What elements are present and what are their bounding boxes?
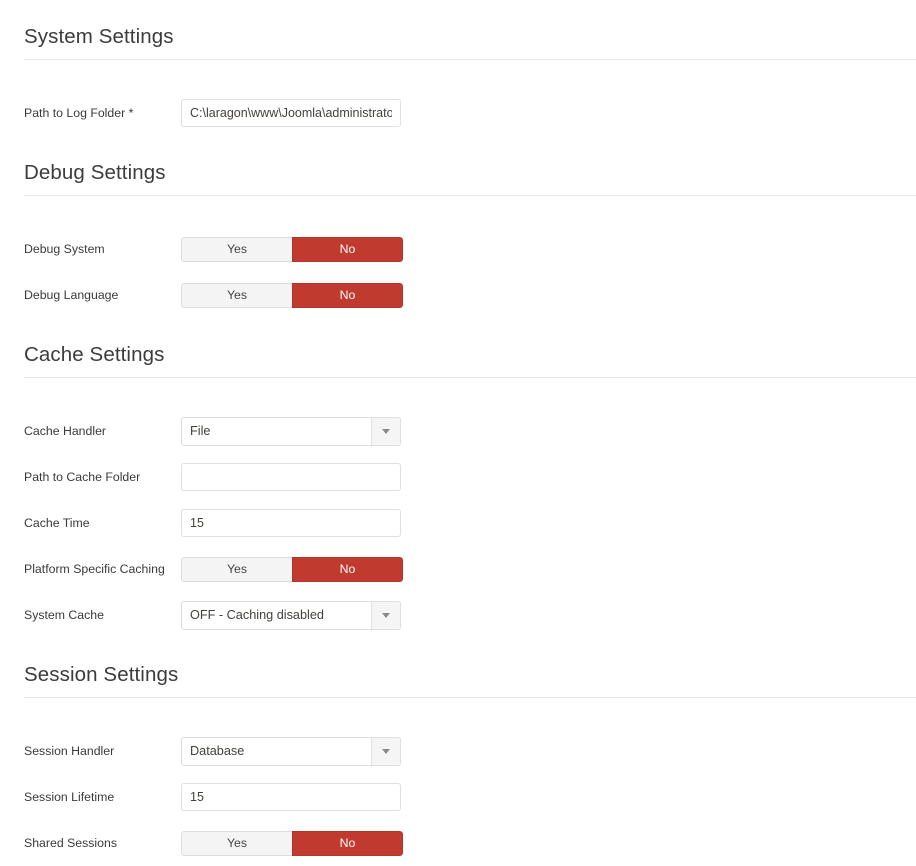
label-cache-handler: Cache Handler [0,423,181,439]
toggle-debug-language-yes[interactable]: Yes [181,283,292,308]
select-cache-handler-value: File [182,418,371,445]
label-path-to-cache-folder: Path to Cache Folder [0,469,181,485]
toggle-debug-language-no[interactable]: No [292,283,403,308]
label-system-cache: System Cache [0,607,181,623]
toggle-shared-sessions[interactable]: Yes No [181,831,403,856]
select-system-cache[interactable]: OFF - Caching disabled [181,601,401,630]
chevron-down-icon [382,613,390,618]
input-cache-time[interactable] [181,509,401,537]
label-platform-specific-caching: Platform Specific Caching [0,561,181,577]
field-path-to-log-folder [181,99,401,127]
label-debug-system: Debug System [0,241,181,257]
form-row-shared-sessions: Shared Sessions Yes No [0,820,916,866]
field-shared-sessions: Yes No [181,831,403,856]
form-row-system-cache: System Cache OFF - Caching disabled [0,592,916,638]
field-session-handler: Database [181,737,401,766]
form-row-cache-handler: Cache Handler File [0,408,916,454]
field-platform-specific-caching: Yes No [181,557,403,582]
form-row-debug-system: Debug System Yes No [0,226,916,272]
field-debug-language: Yes No [181,283,403,308]
input-session-lifetime[interactable] [181,783,401,811]
toggle-shared-sessions-yes[interactable]: Yes [181,831,292,856]
label-session-handler: Session Handler [0,743,181,759]
toggle-platform-specific-caching-no[interactable]: No [292,557,403,582]
label-shared-sessions: Shared Sessions [0,835,181,851]
field-cache-handler: File [181,417,401,446]
label-path-to-log-folder: Path to Log Folder * [0,105,181,121]
section-heading-cache: Cache Settings [24,340,916,370]
select-session-handler-arrow-button[interactable] [371,738,400,765]
top-spacer [0,0,916,22]
select-session-handler-value: Database [182,738,371,765]
form-row-session-lifetime: Session Lifetime [0,774,916,820]
chevron-down-icon [382,749,390,754]
toggle-shared-sessions-no[interactable]: No [292,831,403,856]
field-system-cache: OFF - Caching disabled [181,601,401,630]
toggle-debug-system-no[interactable]: No [292,237,403,262]
field-path-to-cache-folder [181,463,401,491]
select-system-cache-arrow-button[interactable] [371,602,400,629]
toggle-debug-system[interactable]: Yes No [181,237,403,262]
field-cache-time [181,509,401,537]
select-cache-handler[interactable]: File [181,417,401,446]
label-session-lifetime: Session Lifetime [0,789,181,805]
section-debug-settings: Debug Settings Debug System Yes No Debug… [0,158,916,318]
select-session-handler[interactable]: Database [181,737,401,766]
section-cache-settings: Cache Settings Cache Handler File Path t… [0,340,916,638]
field-session-lifetime [181,783,401,811]
global-configuration-form: System Settings Path to Log Folder * Deb… [0,0,916,819]
form-row-path-to-log-folder: Path to Log Folder * [0,90,916,136]
select-cache-handler-arrow-button[interactable] [371,418,400,445]
input-path-to-cache-folder[interactable] [181,463,401,491]
chevron-down-icon [382,429,390,434]
form-row-session-handler: Session Handler Database [0,728,916,774]
toggle-platform-specific-caching-yes[interactable]: Yes [181,557,292,582]
toggle-debug-system-yes[interactable]: Yes [181,237,292,262]
section-heading-session: Session Settings [24,660,916,690]
toggle-debug-language[interactable]: Yes No [181,283,403,308]
section-system-settings: System Settings Path to Log Folder * [0,22,916,136]
label-debug-language: Debug Language [0,287,181,303]
form-row-platform-specific-caching: Platform Specific Caching Yes No [0,546,916,592]
form-row-cache-time: Cache Time [0,500,916,546]
field-debug-system: Yes No [181,237,403,262]
label-cache-time: Cache Time [0,515,181,531]
select-system-cache-value: OFF - Caching disabled [182,602,371,629]
section-heading-system: System Settings [24,22,916,52]
toggle-platform-specific-caching[interactable]: Yes No [181,557,403,582]
form-row-debug-language: Debug Language Yes No [0,272,916,318]
form-row-path-to-cache-folder: Path to Cache Folder [0,454,916,500]
section-session-settings: Session Settings Session Handler Databas… [0,660,916,866]
section-heading-debug: Debug Settings [24,158,916,188]
input-path-to-log-folder[interactable] [181,99,401,127]
